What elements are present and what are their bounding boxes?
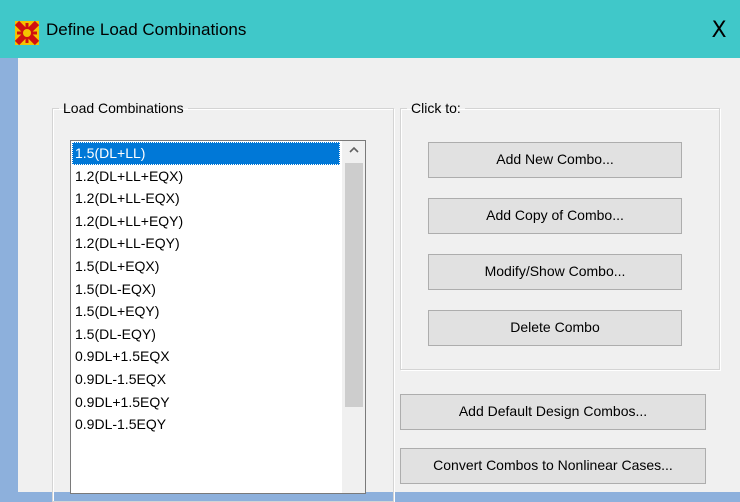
list-item[interactable]: 1.2(DL+LL-EQY) <box>72 232 340 255</box>
convert-combos-nonlinear-button[interactable]: Convert Combos to Nonlinear Cases... <box>400 448 706 484</box>
close-icon[interactable]: X <box>704 16 734 46</box>
window-title: Define Load Combinations <box>46 20 247 39</box>
title-bar[interactable]: Define Load Combinations X <box>0 0 740 58</box>
list-item[interactable]: 1.2(DL+LL-EQX) <box>72 187 340 210</box>
add-new-combo-button[interactable]: Add New Combo... <box>428 142 682 178</box>
add-copy-of-combo-button[interactable]: Add Copy of Combo... <box>428 198 682 234</box>
list-item[interactable]: 1.5(DL-EQX) <box>72 278 340 301</box>
background-strip <box>0 58 18 492</box>
delete-combo-button[interactable]: Delete Combo <box>428 310 682 346</box>
list-item[interactable]: 0.9DL-1.5EQX <box>72 368 340 391</box>
list-item[interactable]: 1.2(DL+LL+EQY) <box>72 210 340 233</box>
list-item[interactable]: 0.9DL-1.5EQY <box>72 413 340 436</box>
list-item[interactable]: 0.9DL+1.5EQY <box>72 391 340 414</box>
list-item[interactable]: 1.5(DL-EQY) <box>72 323 340 346</box>
list-items-container: 1.5(DL+LL) 1.2(DL+LL+EQX) 1.2(DL+LL-EQX) 1.… <box>72 142 340 436</box>
vertical-scrollbar[interactable] <box>342 141 365 493</box>
list-item[interactable]: 0.9DL+1.5EQX <box>72 345 340 368</box>
list-item[interactable]: 1.5(DL+EQX) <box>72 255 340 278</box>
load-combinations-legend: Load Combinations <box>63 100 184 116</box>
add-default-design-combos-button[interactable]: Add Default Design Combos... <box>400 394 706 430</box>
list-item[interactable]: 1.5(DL+EQY) <box>72 300 340 323</box>
scrollbar-thumb[interactable] <box>345 163 363 407</box>
modify-show-combo-button[interactable]: Modify/Show Combo... <box>428 254 682 290</box>
click-to-legend: Click to: <box>411 100 461 116</box>
dialog-client-area: Load Combinations 1.5(DL+LL) 1.2(DL+LL+EQ… <box>18 58 740 502</box>
list-item[interactable]: 1.5(DL+LL) <box>72 142 340 165</box>
list-item[interactable]: 1.2(DL+LL+EQX) <box>72 165 340 188</box>
scroll-up-arrow-icon[interactable] <box>343 141 365 161</box>
sap2000-app-icon <box>14 20 40 46</box>
chevron-up-icon <box>349 146 359 153</box>
load-combinations-listbox[interactable]: 1.5(DL+LL) 1.2(DL+LL+EQX) 1.2(DL+LL-EQX) 1.… <box>70 140 366 494</box>
define-load-combinations-window: Define Load Combinations X Load Combinat… <box>0 0 740 502</box>
